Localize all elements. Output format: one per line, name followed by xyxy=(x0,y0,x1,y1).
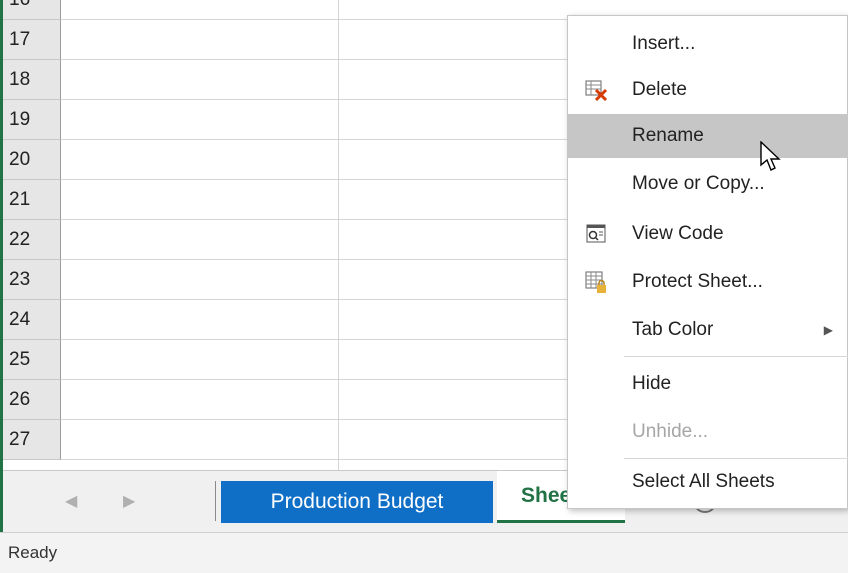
row-header[interactable]: 17 xyxy=(3,20,61,60)
menu-item-insert[interactable]: Insert... xyxy=(568,22,848,66)
menu-item-move-or-copy[interactable]: Move or Copy... xyxy=(568,162,848,206)
menu-item-hide[interactable]: Hide xyxy=(568,362,848,406)
status-bar: Ready xyxy=(0,532,848,573)
view-code-icon xyxy=(586,224,606,243)
menu-item-label: Insert... xyxy=(632,33,696,54)
menu-item-label: Protect Sheet... xyxy=(632,271,763,292)
menu-item-unhide: Unhide... xyxy=(568,410,848,454)
row-header[interactable]: 18 xyxy=(3,60,61,100)
row-header[interactable]: 16 xyxy=(3,0,61,20)
protect-sheet-icon xyxy=(585,271,606,293)
prev-sheet-arrow-icon[interactable]: ◀ xyxy=(65,491,77,511)
menu-item-protect-sheet[interactable]: Protect Sheet... xyxy=(568,260,848,304)
row-header[interactable]: 19 xyxy=(3,100,61,140)
row-header[interactable]: 25 xyxy=(3,340,61,380)
row-header[interactable]: 27 xyxy=(3,420,61,460)
menu-separator xyxy=(624,356,848,357)
menu-item-label: Rename xyxy=(632,125,704,146)
menu-item-label: Unhide... xyxy=(632,421,709,442)
menu-item-view-code[interactable]: View Code xyxy=(568,212,848,256)
menu-separator xyxy=(624,458,848,459)
row-header[interactable]: 23 xyxy=(3,260,61,300)
menu-item-select-all-sheets[interactable]: Select All Sheets xyxy=(568,460,848,504)
row-header[interactable]: 20 xyxy=(3,140,61,180)
mouse-pointer-icon xyxy=(760,141,781,171)
row-header[interactable]: 21 xyxy=(3,180,61,220)
menu-item-label: View Code xyxy=(632,223,724,244)
tab-divider xyxy=(215,481,216,521)
tab-production-budget[interactable]: Production Budget xyxy=(221,481,493,523)
menu-item-rename[interactable]: Rename xyxy=(568,114,848,158)
delete-sheet-icon xyxy=(585,80,608,102)
row-header[interactable]: 26 xyxy=(3,380,61,420)
status-text: Ready xyxy=(8,543,58,562)
menu-item-label: Tab Color xyxy=(632,319,714,340)
menu-item-tab-color[interactable]: Tab Color ▶ xyxy=(568,308,848,352)
submenu-arrow-icon: ▶ xyxy=(823,323,833,337)
row-header[interactable]: 22 xyxy=(3,220,61,260)
menu-item-label: Hide xyxy=(632,373,672,394)
row-header[interactable]: 24 xyxy=(3,300,61,340)
sheet-context-menu: Insert... Delete Rename Move or Copy... … xyxy=(567,15,848,509)
menu-item-delete[interactable]: Delete xyxy=(568,68,848,112)
next-sheet-arrow-icon[interactable]: ▶ xyxy=(123,491,135,511)
menu-item-label: Delete xyxy=(632,79,687,100)
menu-item-label: Move or Copy... xyxy=(632,173,765,194)
menu-item-label: Select All Sheets xyxy=(632,471,775,492)
